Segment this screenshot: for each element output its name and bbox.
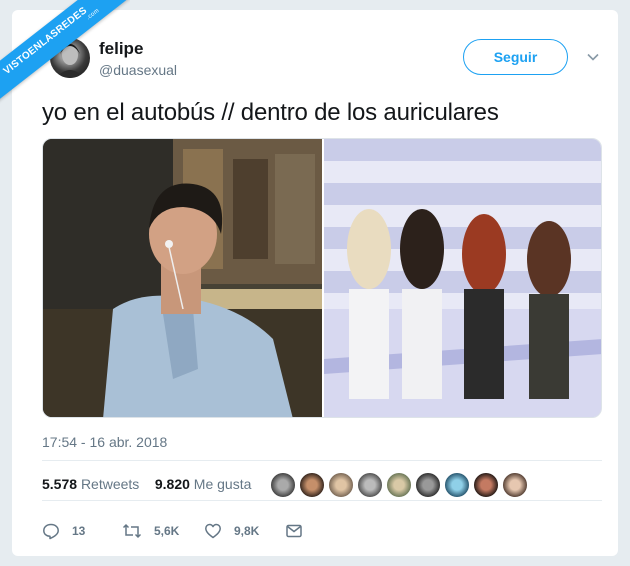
like-count: 9.820: [154, 476, 190, 492]
liker-avatar[interactable]: [415, 472, 441, 498]
retweet-count: 5.578: [42, 476, 78, 492]
tweet-stats: 5.578 Retweets 9.820 Me gusta: [42, 476, 251, 492]
chevron-down-icon[interactable]: [586, 50, 600, 64]
retweet-label: Retweets: [80, 476, 140, 492]
liker-avatar[interactable]: [502, 472, 528, 498]
reply-button[interactable]: 13: [42, 522, 85, 540]
watermark-name: VISTOENLASREDES: [1, 5, 90, 77]
liker-avatar[interactable]: [270, 472, 296, 498]
watermark-text: VISTOENLASREDES .com: [0, 0, 130, 114]
like-action-count: 9,8K: [234, 524, 260, 538]
like-button[interactable]: 9,8K: [204, 522, 259, 540]
message-button[interactable]: [285, 522, 315, 540]
watermark-ribbon: VISTOENLASREDES .com: [0, 0, 130, 130]
liker-avatar[interactable]: [328, 472, 354, 498]
liker-avatar[interactable]: [444, 472, 470, 498]
divider: [42, 460, 602, 461]
like-stat[interactable]: 9.820 Me gusta: [155, 476, 252, 492]
follow-button[interactable]: Seguir: [463, 39, 568, 75]
retweet-action-count: 5,6K: [154, 524, 180, 538]
heart-icon: [205, 523, 221, 539]
media-image-bus[interactable]: [43, 139, 322, 417]
retweet-button[interactable]: 5,6K: [122, 522, 179, 540]
divider: [42, 500, 602, 501]
watermark-sub: .com: [85, 7, 101, 22]
like-label: Me gusta: [193, 476, 252, 492]
liker-avatar[interactable]: [473, 472, 499, 498]
retweet-icon: [122, 523, 142, 539]
retweet-stat[interactable]: 5.578 Retweets: [42, 476, 139, 492]
reply-count: 13: [72, 524, 86, 538]
liker-avatar[interactable]: [386, 472, 412, 498]
tweet-media[interactable]: [42, 138, 602, 418]
message-icon: [286, 524, 302, 538]
liker-avatar[interactable]: [299, 472, 325, 498]
liker-avatar[interactable]: [357, 472, 383, 498]
reply-icon: [43, 523, 59, 540]
tweet-timestamp[interactable]: 17:54 - 16 abr. 2018: [42, 434, 167, 450]
media-image-dancers[interactable]: [324, 139, 601, 417]
